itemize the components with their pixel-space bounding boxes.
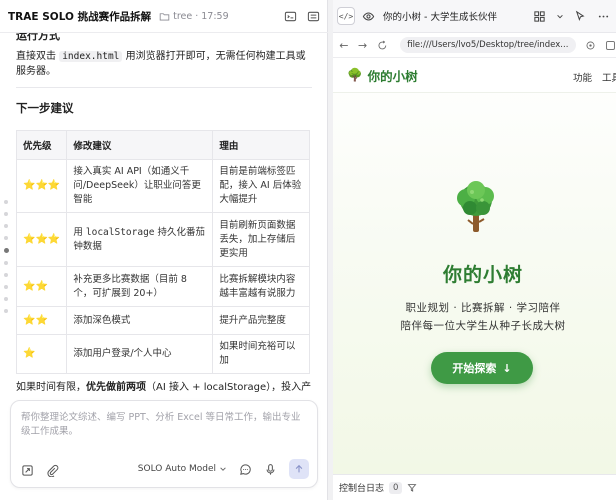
code-view-toggle[interactable]: </> (337, 7, 355, 25)
website-preview: 🌳 你的小树 功能 工具 你的小树 职业规划 · 比赛拆解 · 学习陪伴 陪伴每… (333, 58, 616, 474)
arrow-down-icon: ↓ (502, 361, 512, 375)
hero-subtitle: 职业规划 · 比赛拆解 · 学习陪伴 (405, 302, 561, 314)
preview-tab-title: 你的小树 - 大学生成长伙伴 (383, 12, 497, 23)
hero-title: 你的小树 (442, 264, 523, 286)
model-label: SOLO Auto Model (137, 464, 216, 474)
site-logo-text: 你的小树 (367, 68, 418, 84)
grid-icon[interactable] (533, 10, 546, 23)
chevron-down-icon (220, 467, 226, 471)
console-label: 控制台日志 (339, 484, 385, 494)
suggestion-cell: 接入真实 AI API（如通义千问/DeepSeek）让职业问答更智能 (66, 159, 214, 213)
chevron-down-icon[interactable] (556, 10, 564, 23)
tree-icon (457, 181, 494, 232)
chevron-down-icon (568, 44, 569, 46)
col-header-priority: 优先级 (16, 130, 68, 160)
chat-header: TRAE SOLO 挑战赛作品拆解 tree · 17:59 (0, 0, 328, 33)
back-arrow-icon[interactable]: ← (339, 39, 349, 52)
send-button[interactable] (289, 459, 309, 479)
cta-label: 开始探索 (452, 362, 497, 375)
inline-code: index.html (59, 51, 123, 62)
folder-icon (159, 12, 170, 20)
composer-input[interactable]: 帮你整理论文综述、编写 PPT、分析 Excel 等日常工作，输出专业级工作成果… (21, 411, 307, 439)
eye-icon[interactable] (362, 10, 375, 23)
target-icon[interactable] (585, 39, 596, 52)
divider (16, 87, 312, 88)
priority-stars: ⭐ (16, 334, 68, 374)
nav-link-tools[interactable]: 工具 (602, 70, 616, 84)
reason-cell: 目前是前端标签匹配，接入 AI 后体验大幅提升 (212, 159, 310, 213)
project-time: · 17:59 (195, 10, 229, 22)
expand-icon[interactable] (21, 464, 34, 477)
browser-preview-panel: </> 你的小树 - 大学生成长伙伴 ← → file:///Users/lvo… (333, 0, 616, 500)
run-paragraph: 直接双击 index.html 用浏览器打开即可，无需任何构建工具或服务器。 (16, 51, 306, 77)
reason-cell: 提升产品完整度 (212, 306, 310, 335)
more-icon[interactable] (597, 10, 610, 23)
suggestion-cell: 用 localStorage 持久化番茄钟数据 (66, 212, 214, 267)
chat-message: 运行方式 直接双击 index.html 用浏览器打开即可，无需任何构建工具或服… (16, 33, 312, 393)
table-row: ⭐⭐⭐ 接入真实 AI API（如通义千问/DeepSeek）让职业问答更智能 … (16, 159, 310, 213)
priority-stars: ⭐⭐ (16, 266, 68, 307)
suggestion-cell: 添加深色模式 (66, 306, 214, 335)
site-navbar: 🌳 你的小树 功能 工具 (333, 58, 616, 93)
suggestion-cell: 添加用户登录/个人中心 (66, 334, 214, 374)
filter-icon[interactable] (407, 481, 417, 494)
col-header-suggestion: 修改建议 (66, 130, 214, 160)
start-explore-button[interactable]: 开始探索 ↓ (431, 352, 533, 384)
priority-stars: ⭐⭐⭐ (16, 212, 68, 267)
reason-cell: 如果时间充裕可以加 (212, 334, 310, 374)
panel-toggle-icon[interactable] (307, 10, 320, 23)
priority-stars: ⭐⭐ (16, 306, 68, 335)
site-logo[interactable]: 🌳 你的小树 (347, 66, 418, 85)
inspect-icon[interactable] (605, 39, 616, 52)
forward-arrow-icon[interactable]: → (358, 39, 368, 52)
cursor-select-icon[interactable] (574, 10, 587, 23)
console-count-badge: 0 (389, 481, 403, 494)
inline-code: localStorage (85, 226, 155, 238)
col-header-reason: 理由 (212, 130, 310, 160)
hero-tagline: 陪伴每一位大学生从种子长成大树 (400, 320, 566, 332)
arrow-up-icon (295, 464, 303, 473)
reason-cell: 比赛拆解模块内容越丰富越有说服力 (212, 266, 310, 307)
chat-title: TRAE SOLO 挑战赛作品拆解 (8, 10, 152, 23)
preview-tabbar: </> 你的小树 - 大学生成长伙伴 (333, 0, 616, 33)
summary-paragraph: 如果时间有限，优先做前两项（AI 接入 + localStorage），投入产出… (16, 382, 312, 393)
reason-cell: 目前刷新页面数据丢失，加上存储后更实用 (212, 212, 310, 267)
table-row: ⭐ 添加用户登录/个人中心 如果时间充裕可以加 (16, 334, 310, 374)
model-selector[interactable]: SOLO Auto Model (138, 464, 227, 474)
suggestion-cell: 补充更多比赛数据（目前 8 个，可扩展到 20+） (66, 266, 214, 307)
console-bar[interactable]: 控制台日志 0 (333, 474, 616, 500)
microphone-icon[interactable] (264, 463, 277, 476)
tree-icon: 🌳 (347, 67, 363, 82)
next-steps-heading: 下一步建议 (16, 101, 74, 115)
chat-composer[interactable]: 帮你整理论文综述、编写 PPT、分析 Excel 等日常工作，输出专业级工作成果… (10, 400, 318, 488)
chat-bubble-icon[interactable] (239, 463, 252, 476)
terminal-icon[interactable] (284, 10, 297, 23)
priority-stars: ⭐⭐⭐ (16, 159, 68, 213)
project-meta[interactable]: tree · 17:59 (159, 11, 229, 22)
chat-panel: TRAE SOLO 挑战赛作品拆解 tree · 17:59 运行方式 直接双击… (0, 0, 328, 500)
suggestion-table: 优先级 修改建议 理由 ⭐⭐⭐ 接入真实 AI API（如通义千问/DeepSe… (16, 130, 310, 374)
address-bar: ← → file:///Users/lvo5/Desktop/tree/inde… (333, 33, 616, 58)
project-name: tree (173, 10, 193, 22)
url-field[interactable]: file:///Users/lvo5/Desktop/tree/index... (400, 37, 576, 53)
reload-icon[interactable] (377, 39, 388, 52)
scroll-indicator[interactable] (4, 200, 9, 313)
table-row: ⭐⭐ 补充更多比赛数据（目前 8 个，可扩展到 20+） 比赛拆解模块内容越丰富… (16, 266, 310, 307)
table-row: ⭐⭐⭐ 用 localStorage 持久化番茄钟数据 目前刷新页面数据丢失，加… (16, 212, 310, 267)
url-text: file:///Users/lvo5/Desktop/tree/index... (407, 40, 569, 50)
nav-link-features[interactable]: 功能 (573, 70, 592, 84)
table-row: ⭐⭐ 添加深色模式 提升产品完整度 (16, 306, 310, 335)
attach-icon[interactable] (46, 464, 59, 477)
run-heading: 运行方式 (16, 33, 60, 41)
